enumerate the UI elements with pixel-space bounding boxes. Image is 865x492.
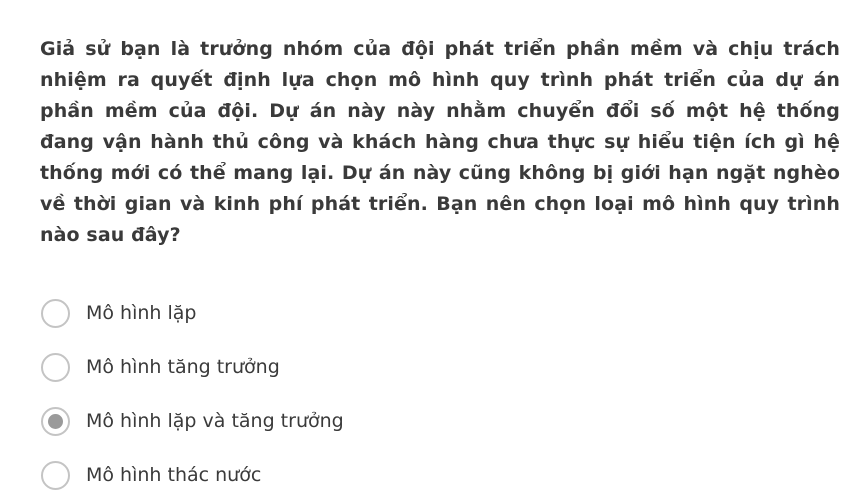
- question-text: Giả sử bạn là trưởng nhóm của đội phát t…: [40, 38, 840, 246]
- option-2[interactable]: Mô hình tăng trưởng: [40, 340, 840, 394]
- radio-button[interactable]: [41, 352, 70, 382]
- quiz-question-card: Giả sử bạn là trưởng nhóm của đội phát t…: [40, 34, 840, 490]
- option-label[interactable]: Mô hình lặp: [86, 302, 196, 324]
- option-label[interactable]: Mô hình thác nước: [86, 464, 261, 486]
- radio-button[interactable]: [41, 298, 70, 328]
- option-4[interactable]: Mô hình thác nước: [40, 448, 840, 492]
- option-label[interactable]: Mô hình lặp và tăng trưởng: [86, 410, 344, 432]
- radio-button[interactable]: [41, 460, 70, 490]
- answer-options: Mô hình lặp Mô hình tăng trưởng Mô hình …: [40, 286, 840, 492]
- option-1[interactable]: Mô hình lặp: [40, 286, 840, 340]
- option-label[interactable]: Mô hình tăng trưởng: [86, 356, 280, 378]
- option-3[interactable]: Mô hình lặp và tăng trưởng: [40, 394, 840, 448]
- radio-button[interactable]: [41, 406, 70, 436]
